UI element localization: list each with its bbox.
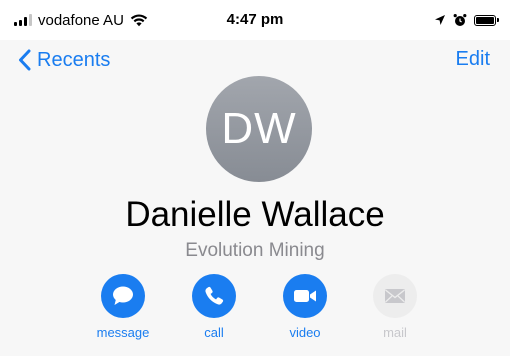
video-button-circle: [283, 274, 327, 318]
back-button[interactable]: Recents: [18, 46, 110, 74]
avatar: DW: [206, 76, 312, 182]
message-button-label: message: [96, 325, 150, 340]
video-camera-icon: [294, 290, 316, 302]
chevron-left-icon: [19, 49, 31, 71]
video-button[interactable]: video: [270, 274, 340, 340]
battery-icon: [474, 14, 499, 26]
avatar-initials: DW: [221, 104, 297, 153]
mail-envelope-icon: [385, 289, 405, 303]
call-button-circle: [192, 274, 236, 318]
alarm-clock-icon: [453, 14, 467, 26]
status-bar: vodafone AU 4:47 pm: [0, 0, 510, 40]
call-button-label: call: [204, 325, 224, 340]
contact-name: Danielle Wallace: [125, 195, 385, 234]
back-button-label: Recents: [37, 48, 111, 71]
mail-button-circle: [373, 274, 417, 318]
call-button[interactable]: call: [179, 274, 249, 340]
status-right: [434, 12, 499, 28]
battery-level: [476, 16, 494, 24]
mail-button-label: mail: [383, 325, 407, 340]
quick-actions: message call video mail: [0, 274, 510, 344]
message-bubble-icon: [113, 286, 133, 305]
edit-button[interactable]: Edit: [456, 48, 490, 72]
phone-icon: [205, 286, 224, 305]
location-arrow-icon: [435, 15, 445, 25]
contact-company: Evolution Mining: [185, 240, 325, 261]
message-button[interactable]: message: [88, 274, 158, 340]
video-button-label: video: [289, 325, 321, 340]
message-button-circle: [101, 274, 145, 318]
mail-button[interactable]: mail: [360, 274, 430, 340]
